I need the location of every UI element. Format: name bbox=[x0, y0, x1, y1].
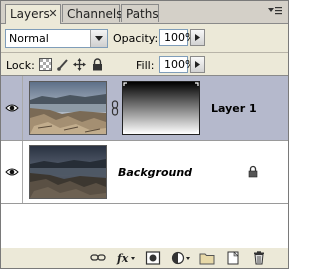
tab-paths[interactable]: Paths bbox=[121, 4, 159, 22]
opacity-field[interactable]: 100% bbox=[159, 29, 195, 46]
delete-icon[interactable] bbox=[251, 251, 267, 265]
blend-mode-select[interactable]: Normal bbox=[5, 29, 108, 48]
layer-thumbnail[interactable] bbox=[29, 81, 107, 135]
tab-channels[interactable]: Channels bbox=[62, 4, 123, 22]
brush-icon[interactable] bbox=[56, 58, 69, 71]
fx-icon[interactable]: fx bbox=[116, 251, 136, 265]
fill-label: Fill: bbox=[136, 59, 155, 72]
tab-layers[interactable]: Layers ✕ bbox=[5, 4, 61, 24]
divider bbox=[1, 52, 288, 53]
layer-name[interactable]: Background bbox=[118, 166, 192, 179]
eye-icon bbox=[5, 104, 19, 112]
svg-text:fx: fx bbox=[116, 252, 129, 265]
layer-thumbnail[interactable] bbox=[29, 145, 107, 199]
tab-layers-label: Layers bbox=[10, 7, 50, 21]
visibility-toggle[interactable] bbox=[1, 141, 23, 203]
fill-arrow-button[interactable] bbox=[190, 56, 205, 73]
lock-icon bbox=[248, 165, 258, 178]
link-icon[interactable] bbox=[111, 100, 119, 116]
bottom-toolbar: fx bbox=[1, 248, 288, 268]
layers-panel: Layers ✕ Channels Paths Normal Opacity: … bbox=[0, 0, 289, 269]
add-mask-icon[interactable] bbox=[145, 251, 161, 265]
move-icon[interactable] bbox=[73, 58, 86, 71]
lock-label: Lock: bbox=[6, 59, 35, 72]
link-layers-icon[interactable] bbox=[90, 251, 106, 265]
fill-field[interactable]: 100% bbox=[159, 56, 195, 73]
new-layer-icon[interactable] bbox=[225, 251, 241, 265]
layer-row-layer-1[interactable]: Layer 1 bbox=[1, 76, 288, 141]
close-icon[interactable]: ✕ bbox=[47, 7, 59, 21]
opacity-arrow-button[interactable] bbox=[190, 29, 205, 46]
layer-mask-thumbnail[interactable] bbox=[122, 81, 200, 135]
chevron-down-icon[interactable] bbox=[90, 30, 107, 47]
lock-icon[interactable] bbox=[91, 58, 104, 71]
eye-icon bbox=[5, 168, 19, 176]
layer-row-background[interactable]: Background bbox=[1, 141, 288, 204]
blend-mode-value: Normal bbox=[9, 32, 49, 45]
adjustment-layer-icon[interactable] bbox=[171, 251, 191, 265]
visibility-toggle[interactable] bbox=[1, 76, 23, 140]
panel-menu-icon[interactable] bbox=[266, 4, 284, 20]
layer-name[interactable]: Layer 1 bbox=[211, 102, 257, 115]
tab-paths-label: Paths bbox=[126, 7, 159, 21]
new-group-icon[interactable] bbox=[199, 251, 215, 265]
layers-list: Layer 1 Background bbox=[1, 75, 288, 249]
tab-channels-label: Channels bbox=[67, 7, 123, 21]
lock-transparent-pixels-icon[interactable] bbox=[39, 58, 52, 71]
tab-strip: Layers ✕ Channels Paths bbox=[1, 1, 288, 24]
opacity-label: Opacity: bbox=[113, 32, 159, 45]
